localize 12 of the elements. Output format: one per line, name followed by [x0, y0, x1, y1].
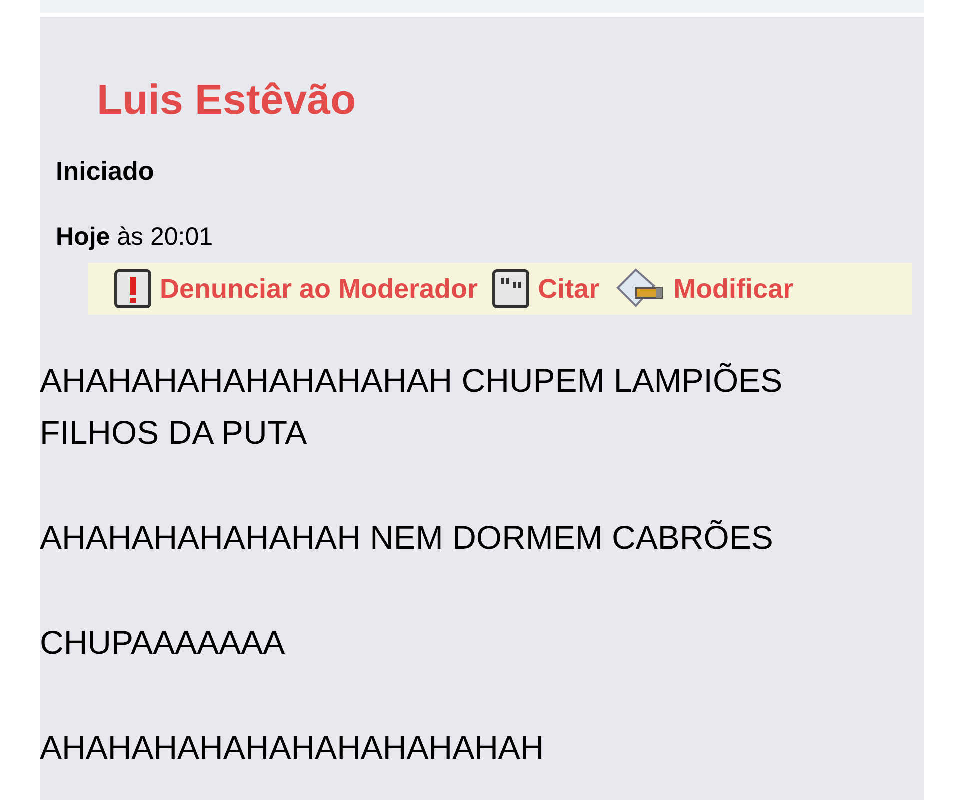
action-link[interactable]: Citar	[538, 268, 600, 310]
exclamation-icon	[114, 269, 152, 309]
author-name[interactable]: Luis Estêvão	[97, 79, 356, 121]
action-link[interactable]: Modificar	[674, 268, 794, 310]
action-link[interactable]: Denunciar ao Moderador	[160, 268, 478, 310]
post-text: AHAHAHAHAHAHAH NEM DORMEM CABRÕES	[40, 518, 774, 558]
post-text: CHUPAAAAAAA	[40, 623, 286, 663]
post-text: AHAHAHAHAHAHAHAHAHAHAH	[40, 728, 546, 768]
quote-icon	[492, 269, 530, 309]
user-rank: Iniciado	[56, 155, 154, 187]
post-date: Hoje às 20:01	[56, 222, 214, 253]
post-text: AHAHAHAHAHAHAHAHAH CHUPEM LAMPIÕES FILHOS DA PUTA	[40, 361, 784, 453]
